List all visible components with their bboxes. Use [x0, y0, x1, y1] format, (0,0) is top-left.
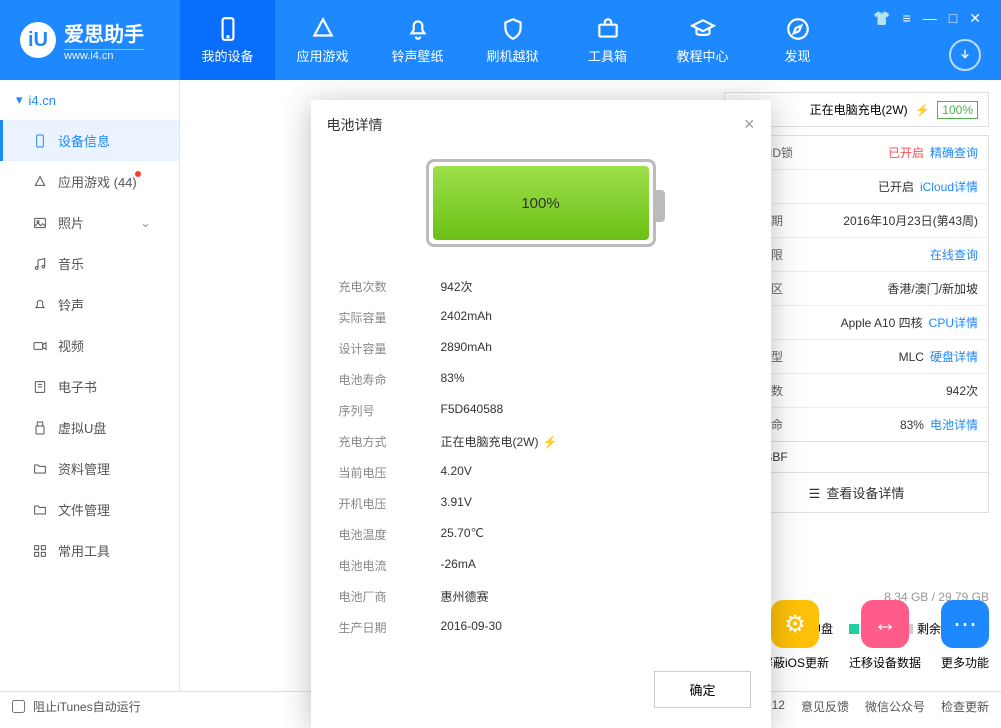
detail-row: 电池温度25.70℃: [331, 519, 751, 550]
logo: iU 爱思助手 www.i4.cn: [0, 18, 180, 62]
action-button[interactable]: ↔迁移设备数据: [849, 600, 921, 671]
menu-icon[interactable]: ≡: [903, 10, 911, 27]
skin-icon[interactable]: 👕: [873, 10, 890, 27]
link[interactable]: 精确查询: [930, 144, 978, 161]
minimize-icon[interactable]: —: [923, 10, 937, 27]
detail-row: 生产日期2016-09-30: [331, 612, 751, 643]
logo-icon: iU: [20, 22, 56, 58]
detail-row: 充电方式正在电脑充电(2W)⚡: [331, 426, 751, 457]
sidebar-apps[interactable]: 应用游戏 (44): [0, 161, 179, 202]
maximize-icon[interactable]: □: [949, 10, 957, 27]
sidebar-data[interactable]: 资料管理: [0, 448, 179, 489]
download-icon[interactable]: [949, 39, 981, 71]
phone-icon: [215, 16, 241, 42]
link[interactable]: iCloud详情: [920, 178, 978, 195]
sidebar-music[interactable]: 音乐: [0, 243, 179, 284]
detail-row: 电池厂商惠州德赛: [331, 581, 751, 612]
content: 正在电脑充电(2W) ⚡ 100% Apple ID锁 已开启 精确查询iClo…: [180, 80, 1001, 691]
link[interactable]: CPU详情: [929, 314, 978, 331]
app-header: iU 爱思助手 www.i4.cn 我的设备 应用游戏 铃声壁纸 刷机越狱 工具…: [0, 0, 1001, 80]
detail-row: 电池寿命83%: [331, 364, 751, 395]
nav-discover[interactable]: 发现: [750, 0, 845, 80]
video-icon: [32, 338, 48, 354]
nav-flash[interactable]: 刷机越狱: [465, 0, 560, 80]
battery-visual: 100%: [311, 149, 771, 271]
badge-icon: [135, 171, 141, 177]
book-icon: [32, 379, 48, 395]
block-itunes-checkbox[interactable]: [12, 700, 25, 713]
phone-icon: [32, 133, 48, 149]
chevron-down-icon[interactable]: ⌄: [140, 215, 151, 231]
sidebar-tools[interactable]: 常用工具: [0, 530, 179, 571]
usb-icon: [32, 420, 48, 436]
modal-title: 电池详情: [327, 115, 383, 135]
sidebar-ebook[interactable]: 电子书: [0, 366, 179, 407]
nav-toolbox[interactable]: 工具箱: [560, 0, 655, 80]
battery-fill: 100%: [433, 166, 649, 240]
appstore-icon: [32, 174, 48, 190]
shield-icon: [500, 16, 526, 42]
ok-button[interactable]: 确定: [654, 671, 750, 708]
link[interactable]: 硬盘详情: [930, 348, 978, 365]
sidebar-photos[interactable]: 照片 ⌄: [0, 202, 179, 243]
bell-icon: [405, 16, 431, 42]
graduation-icon: [690, 16, 716, 42]
sidebar-device-info[interactable]: 设备信息: [0, 120, 179, 161]
toolbox-icon: [595, 16, 621, 42]
close-icon[interactable]: ✕: [969, 10, 981, 27]
sidebar-video[interactable]: 视频: [0, 325, 179, 366]
nav-apps[interactable]: 应用游戏: [275, 0, 370, 80]
wechat-link[interactable]: 微信公众号: [865, 698, 925, 715]
nav-device[interactable]: 我的设备: [180, 0, 275, 80]
sidebar-root[interactable]: ▾i4.cn: [0, 80, 179, 120]
app-name: 爱思助手: [64, 18, 144, 47]
detail-row: 当前电压4.20V: [331, 457, 751, 488]
header-right: 👕 ≡ — □ ✕: [873, 10, 1001, 71]
link[interactable]: 电池详情: [930, 416, 978, 433]
modal-footer: 确定: [311, 659, 771, 728]
bell-icon: [32, 297, 48, 313]
nav-tabs: 我的设备 应用游戏 铃声壁纸 刷机越狱 工具箱 教程中心 发现: [180, 0, 873, 80]
update-link[interactable]: 检查更新: [941, 698, 989, 715]
image-icon: [32, 215, 48, 231]
action-buttons: ⚙屏蔽iOS更新 ↔迁移设备数据 ⋯更多功能: [761, 600, 989, 671]
nav-tutorials[interactable]: 教程中心: [655, 0, 750, 80]
music-icon: [32, 256, 48, 272]
detail-row: 序列号F5D640588: [331, 395, 751, 426]
appstore-icon: [310, 16, 336, 42]
compass-icon: [785, 16, 811, 42]
sidebar-udisk[interactable]: 虚拟U盘: [0, 407, 179, 448]
window-controls: 👕 ≡ — □ ✕: [873, 10, 981, 27]
battery-modal: 电池详情 × 100% 充电次数942次实际容量2402mAh设计容量2890m…: [311, 100, 771, 728]
detail-row: 实际容量2402mAh: [331, 302, 751, 333]
main: ▾i4.cn 设备信息 应用游戏 (44) 照片 ⌄ 音乐 铃声 视频: [0, 80, 1001, 691]
sidebar-ringtones[interactable]: 铃声: [0, 284, 179, 325]
modal-header: 电池详情 ×: [311, 100, 771, 149]
action-button[interactable]: ⚙屏蔽iOS更新: [761, 600, 829, 671]
folder-icon: [32, 461, 48, 477]
app-site: www.i4.cn: [64, 49, 144, 62]
detail-row: 电池电流-26mA: [331, 550, 751, 581]
sidebar: ▾i4.cn 设备信息 应用游戏 (44) 照片 ⌄ 音乐 铃声 视频: [0, 80, 180, 691]
folder-icon: [32, 502, 48, 518]
block-itunes-label: 阻止iTunes自动运行: [33, 698, 141, 715]
sidebar-files[interactable]: 文件管理: [0, 489, 179, 530]
grid-icon: [32, 543, 48, 559]
close-icon[interactable]: ×: [744, 114, 755, 135]
detail-row: 设计容量2890mAh: [331, 333, 751, 364]
detail-row: 充电次数942次: [331, 271, 751, 302]
nav-ringtones[interactable]: 铃声壁纸: [370, 0, 465, 80]
detail-row: 开机电压3.91V: [331, 488, 751, 519]
modal-body: 充电次数942次实际容量2402mAh设计容量2890mAh电池寿命83%序列号…: [311, 271, 771, 659]
action-button[interactable]: ⋯更多功能: [941, 600, 989, 671]
bolt-icon: ⚡: [915, 103, 930, 117]
feedback-link[interactable]: 意见反馈: [801, 698, 849, 715]
link[interactable]: 在线查询: [930, 246, 978, 263]
